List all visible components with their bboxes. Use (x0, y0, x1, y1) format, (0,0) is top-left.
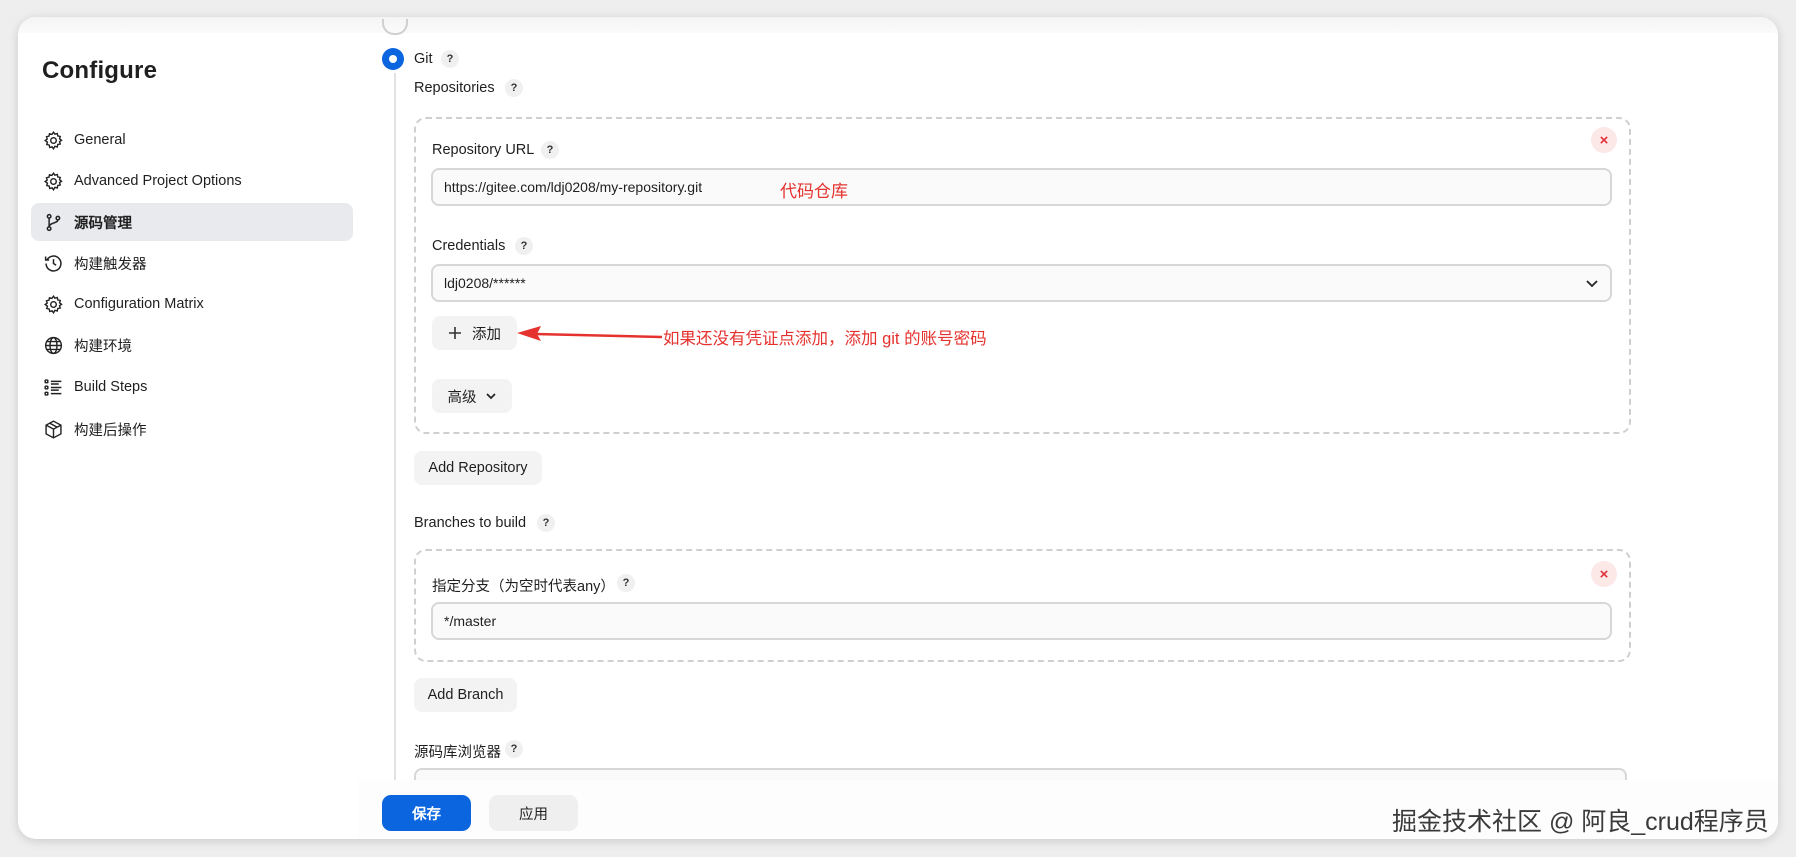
package-icon (42, 418, 64, 440)
sidebar-item-general[interactable]: General (31, 121, 353, 159)
add-credentials-button[interactable]: 添加 (432, 316, 517, 350)
help-icon[interactable]: ? (617, 574, 635, 592)
sidebar-title: Configure (42, 57, 158, 84)
gear-icon (42, 293, 64, 315)
annotation-repo: 代码仓库 (780, 182, 848, 201)
git-option-label: Git (414, 51, 433, 67)
sidebar-item-label: Configuration Matrix (74, 296, 204, 312)
close-icon: × (1599, 565, 1609, 583)
advanced-label: 高级 (447, 389, 477, 406)
partial-radio (382, 19, 408, 35)
help-icon[interactable]: ? (441, 50, 459, 68)
repo-browser-label: 源码库浏览器 (414, 745, 501, 761)
sidebar-item-triggers[interactable]: 构建触发器 (31, 244, 353, 282)
section-divider-line (394, 73, 396, 813)
add-repository-label: Add Repository (428, 460, 528, 476)
help-icon[interactable]: ? (505, 740, 523, 758)
chevron-down-icon (485, 390, 497, 402)
apply-button[interactable]: 应用 (489, 795, 578, 831)
close-icon: × (1599, 131, 1609, 149)
git-radio[interactable] (382, 48, 404, 70)
gear-icon (42, 129, 64, 151)
credentials-value: ldj0208/****** (444, 275, 526, 291)
branch-icon (42, 211, 64, 233)
sidebar-item-label: Advanced Project Options (74, 173, 242, 189)
sidebar-item-label: 构建环境 (74, 338, 132, 355)
list-icon (42, 376, 64, 398)
delete-repository-button[interactable]: × (1591, 127, 1617, 153)
sidebar-item-build-steps[interactable]: Build Steps (31, 368, 353, 406)
sidebar-item-label: Build Steps (74, 379, 148, 395)
branches-label: Branches to build (414, 515, 527, 531)
sidebar-item-build-env[interactable]: 构建环境 (31, 326, 353, 364)
sidebar-item-label: 源码管理 (74, 215, 132, 232)
sidebar: Configure General Advanced Project Optio… (18, 17, 358, 839)
repository-url-value: https://gitee.com/ldj0208/my-repository.… (444, 179, 703, 195)
jenkins-window: Configure General Advanced Project Optio… (18, 17, 1778, 839)
delete-branch-button[interactable]: × (1591, 561, 1617, 587)
sidebar-item-post-build[interactable]: 构建后操作 (31, 410, 353, 448)
repository-url-input[interactable]: https://gitee.com/ldj0208/my-repository.… (431, 168, 1612, 206)
add-repository-button[interactable]: Add Repository (414, 451, 542, 485)
help-icon[interactable]: ? (515, 237, 533, 255)
sidebar-item-label: 构建触发器 (74, 256, 147, 273)
sidebar-item-label: 构建后操作 (74, 422, 147, 439)
sidebar-item-config-matrix[interactable]: Configuration Matrix (31, 285, 353, 323)
add-branch-label: Add Branch (427, 687, 504, 703)
sidebar-item-label: General (74, 132, 126, 148)
globe-icon (42, 334, 64, 356)
save-button[interactable]: 保存 (382, 795, 471, 831)
add-credentials-label: 添加 (472, 326, 501, 343)
clock-icon (42, 252, 64, 274)
repositories-label: Repositories (414, 80, 495, 96)
repository-url-label: Repository URL (432, 142, 535, 158)
sidebar-item-advanced[interactable]: Advanced Project Options (31, 162, 353, 200)
annotation-arrow (517, 326, 663, 341)
plus-icon (448, 326, 462, 340)
watermark-text: 掘金技术社区 @ 阿良_crud程序员 (1392, 808, 1769, 836)
credentials-select[interactable]: ldj0208/****** (431, 264, 1612, 302)
help-icon[interactable]: ? (541, 141, 559, 159)
add-branch-button[interactable]: Add Branch (414, 678, 517, 712)
branch-specifier-value: */master (444, 613, 497, 629)
advanced-button[interactable]: 高级 (432, 379, 512, 413)
branch-specifier-input[interactable]: */master (431, 602, 1612, 640)
sidebar-item-scm[interactable]: 源码管理 (31, 203, 353, 241)
annotation-add: 如果还没有凭证点添加，添加 git 的账号密码 (663, 330, 987, 348)
gear-icon (42, 170, 64, 192)
help-icon[interactable]: ? (537, 514, 555, 532)
branch-specifier-label: 指定分支（为空时代表any） (432, 579, 615, 595)
help-icon[interactable]: ? (505, 79, 523, 97)
credentials-label: Credentials (432, 238, 506, 254)
chevron-down-icon (1584, 275, 1600, 294)
